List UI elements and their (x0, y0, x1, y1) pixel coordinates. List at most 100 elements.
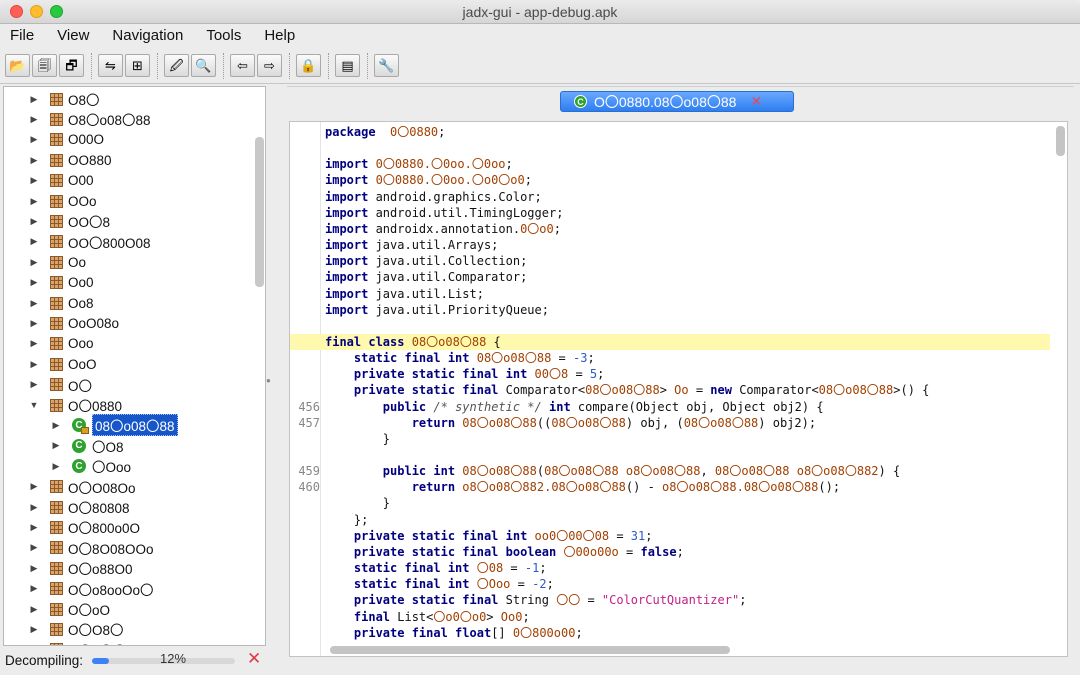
forward-button[interactable]: ⇨ (257, 54, 282, 77)
collapsed-arrow-icon[interactable]: ▶ (28, 604, 40, 615)
back-button[interactable]: ⇦ (230, 54, 255, 77)
tree-item[interactable]: ▶ OOo (28, 191, 97, 211)
collapsed-arrow-icon[interactable]: ▶ (28, 175, 40, 186)
code-token: private static final (353, 383, 499, 398)
collapsed-arrow-icon[interactable]: ▶ (28, 522, 40, 533)
project-tree[interactable]: ▶ O8〇 ▶ O8〇o08〇88 ▶ O00O ▶ OO880 ▶ O00 ▶ OOo ▶ OO〇8 ▶ O… (3, 86, 266, 646)
tree-item[interactable]: ▶ OoO08o (28, 313, 120, 333)
menu-help[interactable]: Help (264, 27, 295, 44)
package-icon (50, 133, 63, 147)
tree-item[interactable]: ▶ O〇80808 (28, 497, 130, 517)
tree-item[interactable]: ▶ O〇800o0O (28, 517, 140, 537)
collapsed-arrow-icon[interactable]: ▶ (28, 236, 40, 247)
collapsed-arrow-icon[interactable]: ▶ (28, 542, 40, 553)
collapsed-arrow-icon[interactable]: ▶ (28, 481, 40, 492)
code-line: private static final Comparator<08〇o08〇8… (290, 382, 1050, 398)
collapsed-arrow-icon[interactable]: ▶ (28, 257, 40, 268)
save-all-button[interactable]: 🗐 (32, 54, 57, 77)
tree-item[interactable]: ▶ C 〇O8 (50, 436, 124, 456)
search-text-button[interactable]: 🖉 (164, 54, 189, 77)
tree-item[interactable]: ▶ Oo8 (28, 293, 94, 313)
split-pane-divider[interactable]: ● (266, 376, 271, 385)
search-class-button[interactable]: 🔍 (191, 54, 216, 77)
tree-item[interactable]: ▶ O8〇o08〇88 (28, 109, 151, 129)
tree-item[interactable]: ▶ O〇oO (28, 599, 110, 619)
tree-item-label: O8〇o08〇88 (68, 113, 151, 129)
collapsed-arrow-icon[interactable]: ▶ (28, 563, 40, 574)
close-window-button[interactable] (10, 5, 23, 18)
collapsed-arrow-icon[interactable]: ▶ (28, 502, 40, 513)
code-token: 0〇0880.〇0oo.〇0oo (375, 157, 506, 172)
code-view[interactable]: package 0〇0880; import 0〇0880.〇0oo.〇0oo; i… (289, 121, 1068, 657)
tree-item[interactable]: ▶ O〇O8〇 (28, 619, 124, 639)
code-token: ; (645, 528, 653, 543)
tree-item[interactable]: ▶ OO〇8 (28, 211, 110, 231)
tree-item[interactable]: ▶ Oo0 (28, 273, 94, 293)
menu-navigation[interactable]: Navigation (112, 27, 183, 44)
collapsed-arrow-icon[interactable]: ▶ (28, 114, 40, 125)
collapsed-arrow-icon[interactable]: ▶ (28, 134, 40, 145)
collapsed-arrow-icon[interactable]: ▶ (28, 318, 40, 329)
tree-scrollbar[interactable] (255, 137, 264, 287)
code-token: ; (505, 157, 513, 172)
collapsed-arrow-icon[interactable]: ▶ (28, 624, 40, 635)
expanded-arrow-icon[interactable]: ▼ (28, 400, 40, 410)
code-token: 08〇o08〇88 (476, 351, 552, 366)
sync-tree-button[interactable]: ⇋ (98, 54, 123, 77)
tree-item[interactable]: ▶ O〇o88O0 (28, 558, 133, 578)
maximize-window-button[interactable] (50, 5, 63, 18)
export-button[interactable]: 🗗 (59, 54, 84, 77)
line-number: 459 (298, 464, 320, 479)
collapsed-arrow-icon[interactable]: ▶ (50, 461, 62, 472)
code-token: public (382, 399, 427, 414)
collapsed-arrow-icon[interactable]: ▶ (28, 338, 40, 349)
tree-item[interactable]: ▶ OoO (28, 354, 97, 374)
collapsed-arrow-icon[interactable]: ▶ (50, 440, 62, 451)
collapsed-arrow-icon[interactable]: ▶ (28, 583, 40, 594)
tree-item[interactable]: ▶ O〇o8ooOo〇 (28, 579, 154, 599)
tree-item[interactable]: ▶ OO〇800O08 (28, 232, 151, 252)
collapsed-arrow-icon[interactable]: ▶ (28, 379, 40, 390)
preferences-button[interactable]: 🔧 (374, 54, 399, 77)
tree-item[interactable]: ▶ OO880 (28, 150, 112, 170)
tree-item[interactable]: ▶ O8〇 (28, 89, 100, 109)
code-token: = (510, 577, 533, 592)
tree-item[interactable]: ▶ O00O (28, 130, 105, 150)
collapsed-arrow-icon[interactable]: ▶ (28, 94, 40, 105)
deobfuscation-button[interactable]: 🔒 (296, 54, 321, 77)
tree-item[interactable]: ▶ O〇O08Oo (28, 477, 136, 497)
tab-current-class[interactable]: C O〇0880.08〇o08〇88 ✕ (560, 91, 794, 112)
tree-item[interactable]: ▶ O〇 (28, 375, 92, 395)
tree-item[interactable]: ▼ O〇0880 (28, 395, 122, 415)
code-vertical-scrollbar[interactable] (1056, 126, 1065, 156)
folder-open-button[interactable]: 📂 (5, 54, 30, 77)
collapsed-arrow-icon[interactable]: ▶ (28, 298, 40, 309)
collapsed-arrow-icon[interactable]: ▶ (28, 277, 40, 288)
title-bar[interactable]: jadx-gui - app-debug.apk (0, 0, 1080, 24)
menu-file[interactable]: File (10, 27, 34, 44)
code-token: 0〇800o00 (512, 625, 576, 640)
collapsed-arrow-icon[interactable]: ▶ (28, 216, 40, 227)
cancel-decompile-icon[interactable]: ✕ (247, 649, 261, 669)
collapsed-arrow-icon[interactable]: ▶ (50, 420, 62, 431)
code-horizontal-scrollbar[interactable] (330, 646, 730, 654)
status-label: Decompiling: (5, 653, 84, 668)
tree-item[interactable]: ▶ C 〇Ooo (50, 456, 131, 476)
log-viewer-button[interactable]: ▤ (335, 54, 360, 77)
menu-tools[interactable]: Tools (206, 27, 241, 44)
tree-item[interactable]: ▶ Oo (28, 252, 86, 272)
tree-item[interactable]: ▶ O〇8O08OOo (28, 538, 154, 558)
tree-item[interactable]: ▶ O00 (28, 171, 94, 191)
minimize-window-button[interactable] (30, 5, 43, 18)
tree-item[interactable]: ▶ Ooo (28, 334, 94, 354)
menu-view[interactable]: View (57, 27, 89, 44)
flatten-packages-button[interactable]: ⊞ (125, 54, 150, 77)
tree-item[interactable]: ▶ C 08〇o08〇88 (50, 414, 178, 437)
collapsed-arrow-icon[interactable]: ▶ (28, 196, 40, 207)
collapsed-arrow-icon[interactable]: ▶ (28, 155, 40, 166)
close-tab-icon[interactable]: ✕ (750, 93, 762, 110)
collapsed-arrow-icon[interactable]: ▶ (28, 359, 40, 370)
